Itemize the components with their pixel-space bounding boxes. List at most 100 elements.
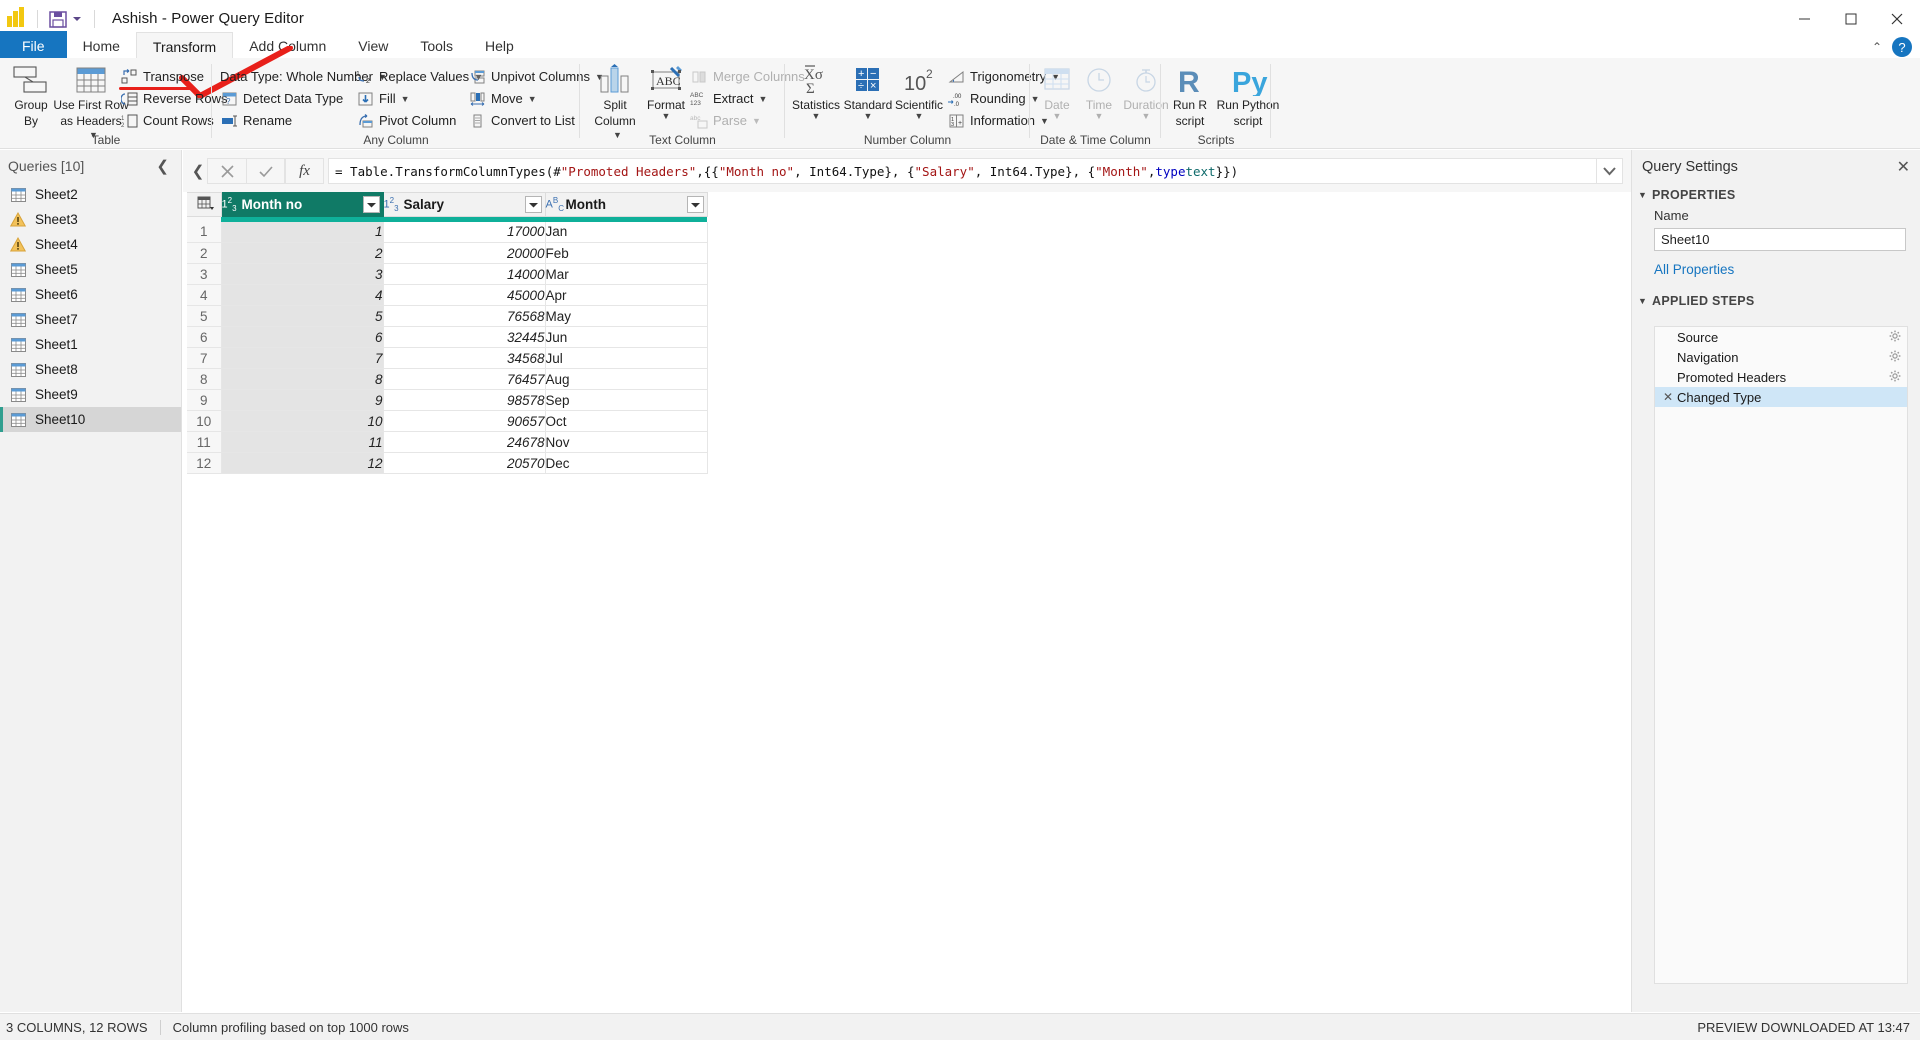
table-cell[interactable]: Jul [545, 348, 707, 369]
tab-home[interactable]: Home [67, 32, 136, 60]
formula-input[interactable]: = Table.TransformColumnTypes(#"Promoted … [328, 158, 1597, 184]
gear-icon[interactable] [1889, 370, 1901, 385]
collapse-formula-bar-icon[interactable]: ❮ [189, 162, 207, 180]
column-filter-dropdown-icon[interactable] [525, 196, 542, 213]
detect-data-type-button[interactable]: ? Detect Data Type [220, 88, 343, 109]
column-filter-dropdown-icon[interactable] [363, 196, 380, 213]
save-icon[interactable] [47, 8, 69, 30]
query-item-sheet10[interactable]: Sheet10 [0, 407, 181, 432]
count-rows-button[interactable]: 12 Count Rows [120, 110, 214, 131]
table-cell[interactable]: May [545, 306, 707, 327]
query-item-sheet9[interactable]: Sheet9 [0, 382, 181, 407]
table-cell[interactable]: 20570 [383, 453, 545, 474]
table-cell[interactable]: Sep [545, 390, 707, 411]
table-cell[interactable]: Jun [545, 327, 707, 348]
table-row[interactable]: 8876457Aug [187, 369, 707, 390]
table-cell[interactable]: 8 [221, 369, 383, 390]
properties-section-header[interactable]: ▼ PROPERTIES [1632, 184, 1920, 206]
table-cell[interactable]: Dec [545, 453, 707, 474]
run-r-script-button[interactable]: R Run R script [1165, 62, 1215, 128]
chevron-down-icon[interactable]: ▼ [401, 94, 410, 104]
tab-transform[interactable]: Transform [136, 32, 233, 60]
fill-button[interactable]: Fill ▼ [356, 88, 410, 109]
table-cell[interactable]: Jan [545, 222, 707, 243]
table-row[interactable]: 7734568Jul [187, 348, 707, 369]
query-item-sheet1[interactable]: Sheet1 [0, 332, 181, 357]
split-column-button[interactable]: Split Column ▼ [588, 62, 642, 142]
applied-step-promoted-headers[interactable]: Promoted Headers [1655, 367, 1907, 387]
table-row[interactable]: 5576568May [187, 306, 707, 327]
query-item-sheet6[interactable]: Sheet6 [0, 282, 181, 307]
use-first-row-as-headers-button[interactable]: Use First Row as Headers ▼ [52, 62, 130, 142]
table-cell[interactable]: 17000 [383, 222, 545, 243]
convert-to-list-button[interactable]: Convert to List [468, 110, 575, 131]
query-item-sheet8[interactable]: Sheet8 [0, 357, 181, 382]
table-cell[interactable]: 12 [221, 453, 383, 474]
chevron-down-icon[interactable]: ▼ [528, 94, 537, 104]
table-cell[interactable]: 76568 [383, 306, 545, 327]
help-icon[interactable]: ? [1892, 37, 1912, 57]
move-button[interactable]: Move ▼ [468, 88, 537, 109]
cancel-formula-button[interactable] [207, 158, 246, 184]
chevron-down-icon[interactable]: ▼ [642, 112, 690, 120]
query-item-sheet3[interactable]: Sheet3 [0, 207, 181, 232]
table-row[interactable]: 3314000Mar [187, 264, 707, 285]
query-item-sheet5[interactable]: Sheet5 [0, 257, 181, 282]
table-cell[interactable]: 1 [221, 222, 383, 243]
collapse-ribbon-icon[interactable]: ⌃ [1872, 40, 1882, 54]
table-cell[interactable]: Mar [545, 264, 707, 285]
table-row[interactable]: 4445000Apr [187, 285, 707, 306]
replace-values-button[interactable]: 12 Replace Values ▼ [356, 66, 483, 87]
close-query-settings-icon[interactable]: ✕ [1897, 157, 1910, 177]
standard-button[interactable]: +−÷× Standard ▼ [843, 62, 893, 120]
format-button[interactable]: ABC Format ▼ [642, 62, 690, 120]
table-cell[interactable]: 2 [221, 243, 383, 264]
gear-icon[interactable] [1889, 330, 1901, 345]
gear-icon[interactable] [1889, 350, 1901, 365]
table-row[interactable]: 9998578Sep [187, 390, 707, 411]
chevron-down-icon[interactable]: ▼ [758, 94, 767, 104]
table-row[interactable]: 101090657Oct [187, 411, 707, 432]
column-filter-dropdown-icon[interactable] [687, 196, 704, 213]
table-cell[interactable]: 34568 [383, 348, 545, 369]
table-cell[interactable]: Nov [545, 432, 707, 453]
tab-add-column[interactable]: Add Column [233, 32, 342, 60]
table-cell[interactable]: 9 [221, 390, 383, 411]
tab-help[interactable]: Help [469, 32, 530, 60]
table-cell[interactable]: 24678 [383, 432, 545, 453]
table-row[interactable]: 121220570Dec [187, 453, 707, 474]
query-item-sheet2[interactable]: Sheet2 [0, 182, 181, 207]
table-row[interactable]: 111124678Nov [187, 432, 707, 453]
column-header-month[interactable]: ABCMonth [545, 193, 707, 217]
table-cell[interactable]: Feb [545, 243, 707, 264]
table-cell[interactable]: 7 [221, 348, 383, 369]
all-properties-link[interactable]: All Properties [1654, 262, 1920, 277]
table-cell[interactable]: 90657 [383, 411, 545, 432]
table-cell[interactable]: 11 [221, 432, 383, 453]
transpose-button[interactable]: Transpose [120, 66, 204, 87]
expand-formula-bar-icon[interactable] [1597, 158, 1623, 184]
table-row[interactable]: 2220000Feb [187, 243, 707, 264]
chevron-down-icon[interactable]: ▼ [893, 112, 945, 120]
table-cell[interactable]: 10 [221, 411, 383, 432]
column-header-salary[interactable]: 123Salary [383, 193, 545, 217]
scientific-button[interactable]: 102 Scientific ▼ [893, 62, 945, 120]
table-cell[interactable]: 98578 [383, 390, 545, 411]
delete-step-icon[interactable]: ✕ [1663, 390, 1677, 404]
table-cell[interactable]: Apr [545, 285, 707, 306]
query-name-input[interactable]: Sheet10 [1654, 228, 1906, 251]
table-row[interactable]: 6632445Jun [187, 327, 707, 348]
table-cell[interactable]: Aug [545, 369, 707, 390]
applied-steps-section-header[interactable]: ▼ APPLIED STEPS [1632, 290, 1920, 312]
accept-formula-button[interactable] [246, 158, 285, 184]
run-python-script-button[interactable]: Py Run Python script [1215, 62, 1281, 128]
table-cell[interactable]: 76457 [383, 369, 545, 390]
quick-access-caret-icon[interactable] [69, 8, 85, 30]
table-cell[interactable]: 14000 [383, 264, 545, 285]
query-item-sheet7[interactable]: Sheet7 [0, 307, 181, 332]
statistics-button[interactable]: XσΣ Statistics ▼ [789, 62, 843, 120]
applied-step-navigation[interactable]: Navigation [1655, 347, 1907, 367]
table-cell[interactable]: 3 [221, 264, 383, 285]
rename-button[interactable]: Rename [220, 110, 292, 131]
table-cell[interactable]: 20000 [383, 243, 545, 264]
